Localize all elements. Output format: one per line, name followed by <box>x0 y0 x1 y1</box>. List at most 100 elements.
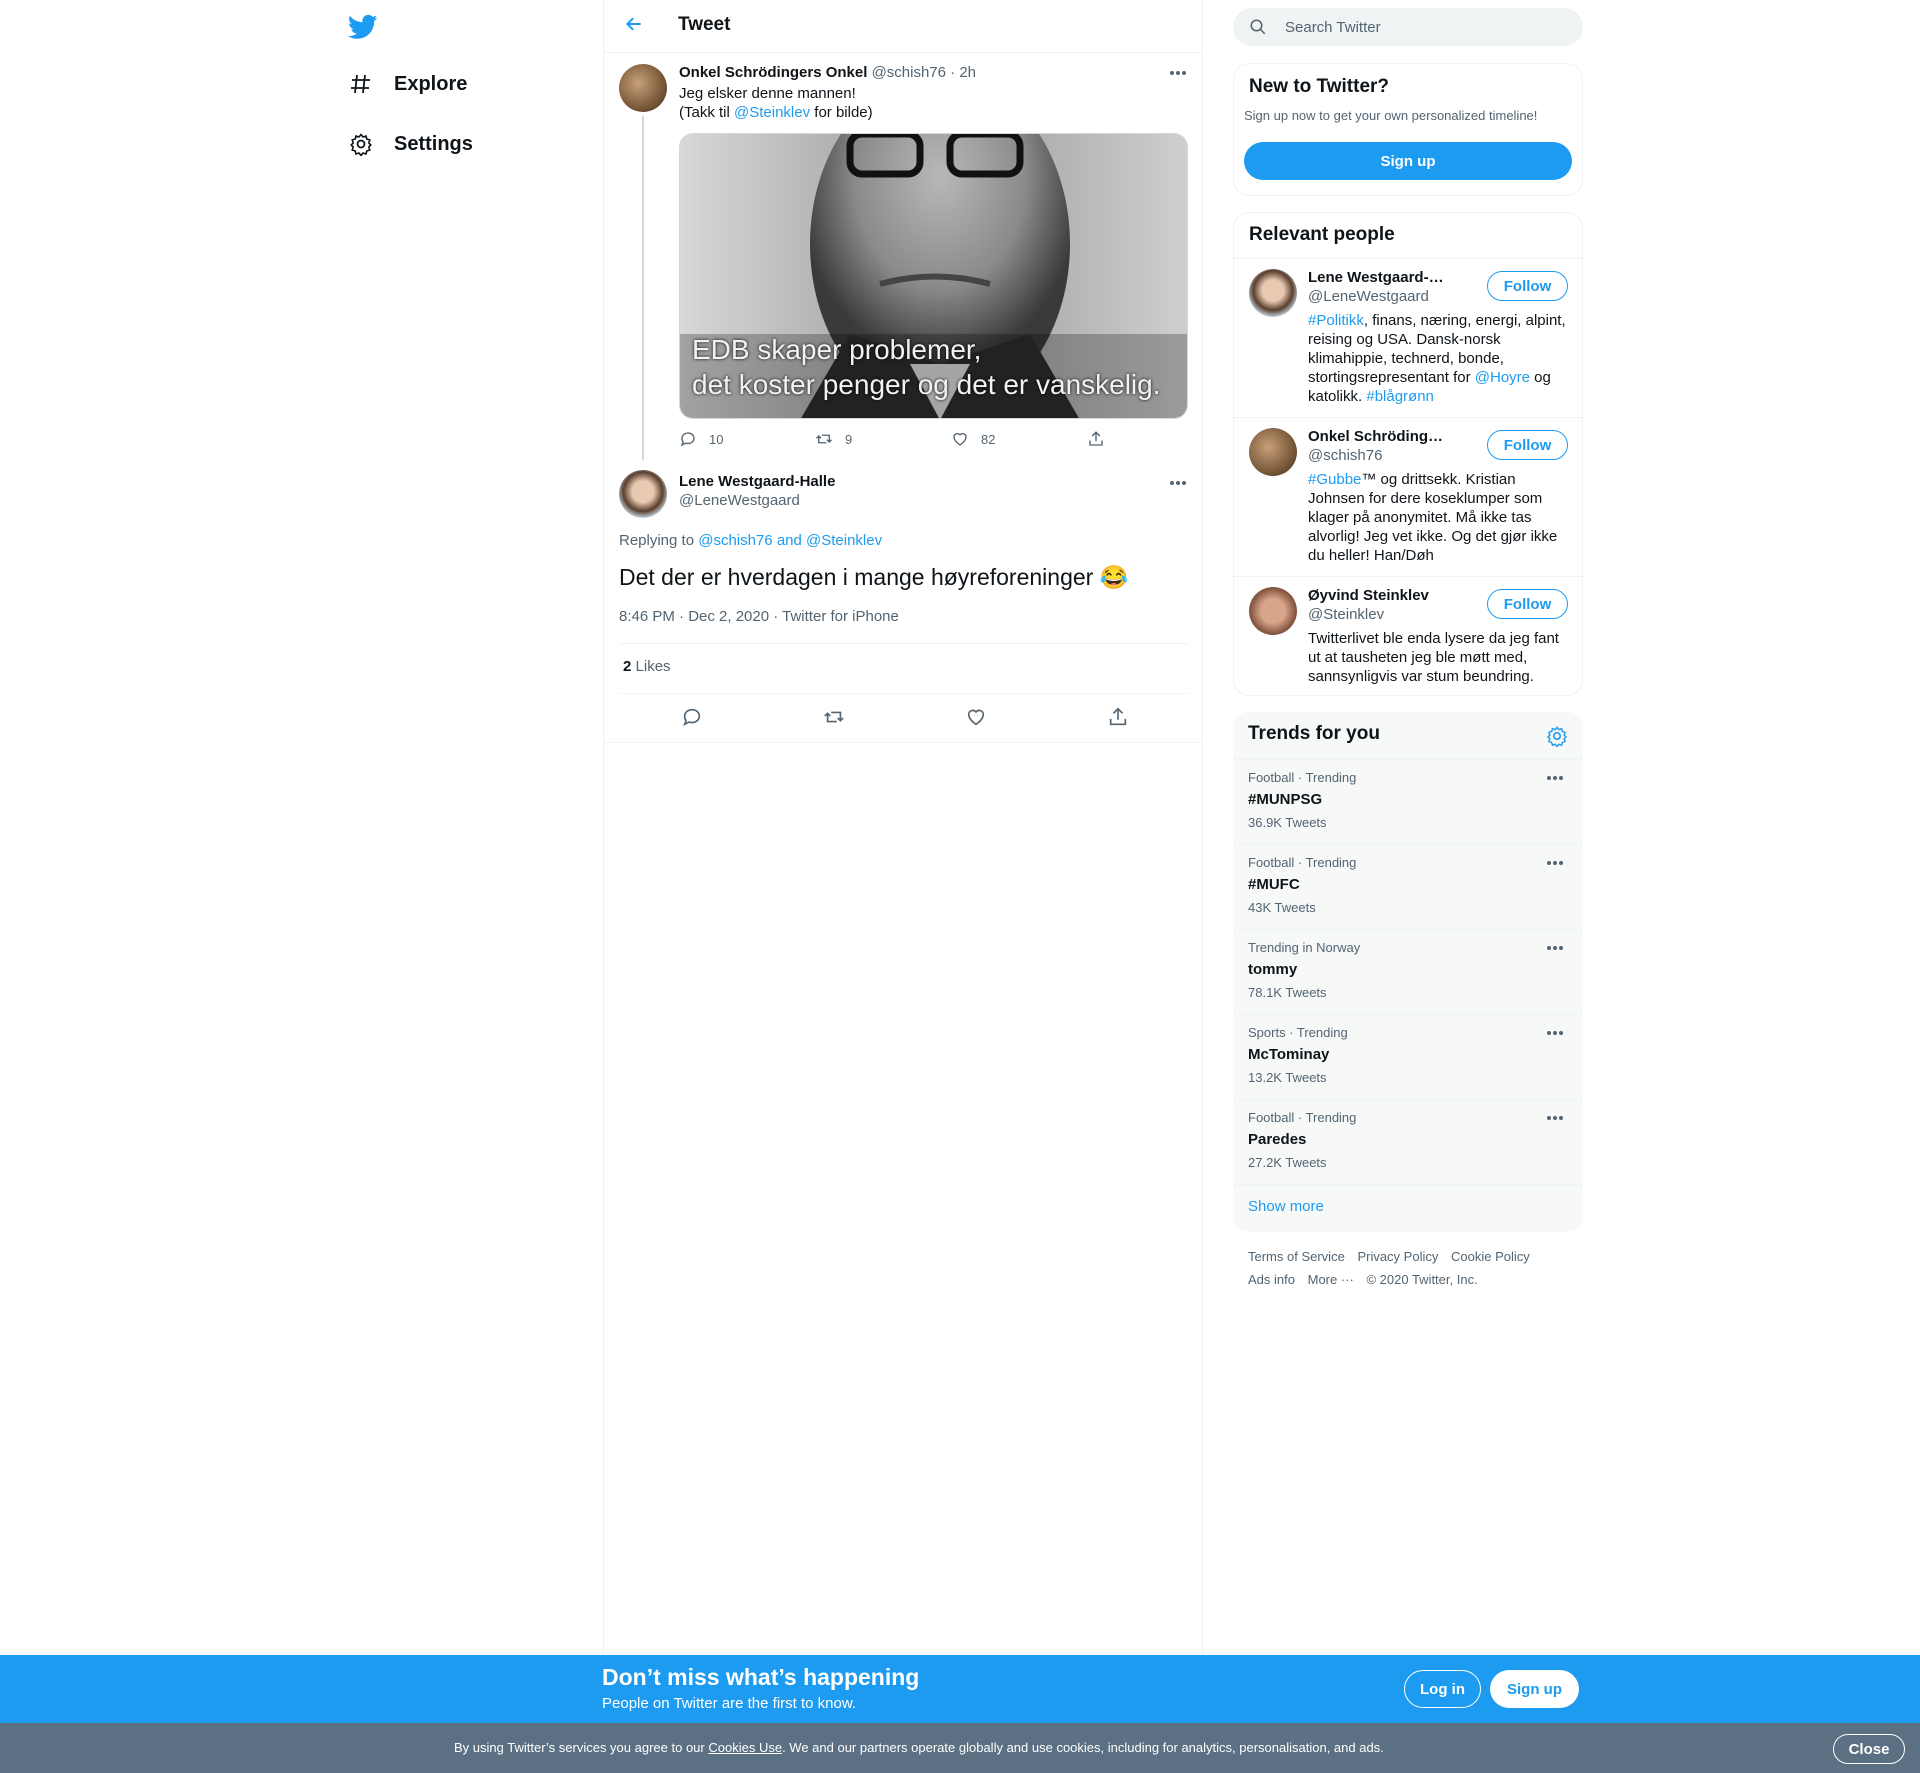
more-options-icon[interactable] <box>1545 944 1565 952</box>
tweet2-handle[interactable]: @LeneWestgaard <box>679 492 800 509</box>
trend-name: McTominay <box>1248 1046 1330 1063</box>
banner-title: Don’t miss what’s happening <box>602 1664 920 1690</box>
new-to-twitter-subtitle: Sign up now to get your own personalized… <box>1244 108 1538 123</box>
footer-more-link[interactable]: More ··· <box>1308 1272 1354 1287</box>
avatar[interactable] <box>1249 428 1297 476</box>
trend-count: 13.2K Tweets <box>1248 1070 1327 1085</box>
banner-signup-button[interactable]: Sign up <box>1490 1670 1579 1708</box>
person-name[interactable]: Lene Westgaard-Halle <box>1308 269 1448 286</box>
mention-link[interactable]: @Hoyre <box>1475 369 1530 386</box>
person-name[interactable]: Onkel Schrödingers Onkel <box>1308 428 1448 445</box>
footer-links-2: Ads info More ··· © 2020 Twitter, Inc. <box>1248 1272 1487 1287</box>
search-icon <box>1250 19 1266 35</box>
show-more-link[interactable]: Show more <box>1248 1198 1324 1215</box>
tweet1-author-name[interactable]: Onkel Schrödingers Onkel <box>679 64 867 81</box>
cookies-use-link[interactable]: Cookies Use <box>708 1740 782 1755</box>
retweet-button[interactable] <box>823 706 845 728</box>
nav-explore[interactable]: Explore <box>348 60 467 108</box>
tweet2-author-name[interactable]: Lene Westgaard-Halle <box>679 473 835 490</box>
gear-icon[interactable] <box>1546 725 1568 748</box>
hashtag-link[interactable]: #Politikk <box>1308 312 1364 329</box>
tweet2-meta[interactable]: 8:46 PM · Dec 2, 2020 · Twitter for iPho… <box>619 608 899 625</box>
tweet1-text: Jeg elsker denne mannen! (Takk til @Stei… <box>679 84 873 122</box>
person-item[interactable]: Øyvind Steinklev @Steinklev Follow Twitt… <box>1234 576 1582 695</box>
trend-name: Paredes <box>1248 1131 1307 1148</box>
follow-button[interactable]: Follow <box>1487 430 1568 460</box>
share-button[interactable] <box>1107 706 1129 728</box>
footer-cookie-link[interactable]: Cookie Policy <box>1451 1249 1530 1264</box>
trend-item[interactable]: Football · Trending #MUNPSG 36.9K Tweets <box>1233 759 1583 844</box>
reply-icon <box>680 432 695 447</box>
more-options-icon[interactable] <box>1545 1029 1565 1037</box>
login-button[interactable]: Log in <box>1404 1670 1481 1708</box>
tweet1-time[interactable]: · 2h <box>950 64 976 81</box>
like-button[interactable]: 82 <box>951 430 995 448</box>
trend-item[interactable]: Football · Trending #MUFC 43K Tweets <box>1233 844 1583 929</box>
trend-count: 43K Tweets <box>1248 900 1316 915</box>
trend-item[interactable]: Sports · Trending McTominay 13.2K Tweets <box>1233 1014 1583 1099</box>
avatar-lenewestgaard[interactable] <box>619 470 667 518</box>
hashtag-link[interactable]: #blågrønn <box>1366 388 1434 405</box>
banner-subtitle: People on Twitter are the first to know. <box>602 1695 857 1712</box>
back-arrow-icon[interactable] <box>622 14 646 38</box>
trend-item[interactable]: Trending in Norway tommy 78.1K Tweets <box>1233 929 1583 1014</box>
share-button[interactable] <box>1087 430 1105 448</box>
share-icon <box>1089 431 1103 446</box>
close-button[interactable]: Close <box>1833 1734 1905 1764</box>
likes-count: 2 <box>623 658 632 675</box>
person-bio: Twitterlivet ble enda lysere da jeg fant… <box>1308 630 1559 685</box>
search-box[interactable]: Search Twitter <box>1233 8 1583 46</box>
more-options-icon[interactable] <box>1168 69 1188 77</box>
nav-settings[interactable]: Settings <box>348 120 473 168</box>
footer-copyright: © 2020 Twitter, Inc. <box>1366 1272 1478 1287</box>
avatar-schish76[interactable] <box>619 64 667 112</box>
tweet1-handle[interactable]: @schish76 <box>872 64 946 81</box>
relevant-people-title: Relevant people <box>1249 224 1395 245</box>
avatar[interactable] <box>1249 587 1297 635</box>
person-item[interactable]: Lene Westgaard-Halle @LeneWestgaard Foll… <box>1234 258 1582 417</box>
hashtag-link[interactable]: #Gubbe <box>1308 471 1361 488</box>
more-options-icon[interactable] <box>1545 859 1565 867</box>
person-handle[interactable]: @schish76 <box>1308 447 1382 464</box>
person-handle[interactable]: @LeneWestgaard <box>1308 288 1429 305</box>
new-to-twitter-title: New to Twitter? <box>1249 76 1390 97</box>
tweet1-media-image[interactable]: EDB skaper problemer, det koster penger … <box>679 133 1188 419</box>
nav-settings-label: Settings <box>394 132 473 155</box>
footer-privacy-link[interactable]: Privacy Policy <box>1357 1249 1438 1264</box>
replying-to-links[interactable]: @schish76 and @Steinklev <box>698 532 882 549</box>
more-options-icon[interactable] <box>1545 1114 1565 1122</box>
follow-button[interactable]: Follow <box>1487 589 1568 619</box>
tweet1-line2: (Takk til @Steinklev for bilde) <box>679 103 873 122</box>
twitter-logo-icon[interactable] <box>347 12 386 42</box>
trend-context: Trending in Norway <box>1248 940 1361 955</box>
divider <box>619 693 1189 694</box>
tweet-header: Tweet <box>604 0 1202 53</box>
tweet2-text: Det der er hverdagen i mange høyreforeni… <box>619 564 1129 590</box>
more-options-icon[interactable] <box>1168 479 1188 487</box>
thread-line <box>642 116 644 460</box>
footer-ads-link[interactable]: Ads info <box>1248 1272 1295 1287</box>
page-title: Tweet <box>678 14 731 35</box>
show-more-row[interactable]: Show more <box>1233 1184 1583 1232</box>
reply-count: 10 <box>709 431 724 447</box>
person-item[interactable]: Onkel Schrödingers Onkel @schish76 Follo… <box>1234 417 1582 576</box>
follow-button[interactable]: Follow <box>1487 271 1568 301</box>
main-column: Tweet Onkel Schrödingers Onkel @schish76… <box>603 0 1203 1655</box>
search-input[interactable]: Search Twitter <box>1285 19 1381 36</box>
mention-steinklev[interactable]: @Steinklev <box>734 104 810 121</box>
likes-summary[interactable]: 2 Likes <box>623 658 671 675</box>
retweet-button[interactable]: 9 <box>815 430 852 448</box>
avatar[interactable] <box>1249 269 1297 317</box>
like-button[interactable] <box>965 706 987 728</box>
footer-terms-link[interactable]: Terms of Service <box>1248 1249 1345 1264</box>
person-name[interactable]: Øyvind Steinklev <box>1308 587 1448 604</box>
more-options-icon[interactable] <box>1545 774 1565 782</box>
media-caption-line2: det koster penger og det er vanskelig. <box>692 369 1161 400</box>
signup-button[interactable]: Sign up <box>1244 142 1572 180</box>
tweet1-line2-post: for bilde) <box>810 104 873 121</box>
trend-item[interactable]: Football · Trending Paredes 27.2K Tweets <box>1233 1099 1583 1184</box>
reply-button[interactable]: 10 <box>679 430 723 448</box>
media-caption-line1: EDB skaper problemer, <box>692 334 982 365</box>
reply-button[interactable] <box>681 706 703 728</box>
person-handle[interactable]: @Steinklev <box>1308 606 1384 623</box>
